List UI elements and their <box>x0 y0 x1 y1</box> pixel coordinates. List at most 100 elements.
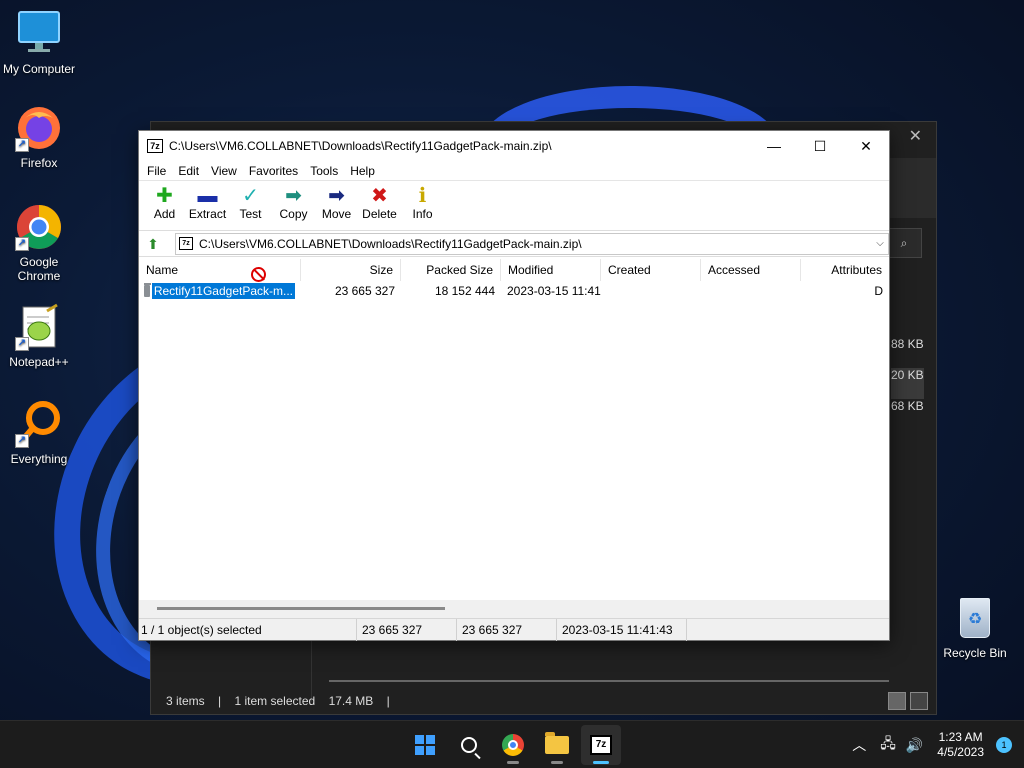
test-button[interactable]: ✓ Test <box>229 185 272 221</box>
7zip-file-manager-window[interactable]: 7z C:\Users\VM6.COLLABNET\Downloads\Rect… <box>138 130 890 641</box>
desktop-icon-firefox[interactable]: ↗ Firefox <box>0 104 78 170</box>
volume-icon[interactable]: 🔊 <box>906 737 923 754</box>
everything-search-icon: ↗ <box>15 400 63 448</box>
start-button[interactable] <box>405 725 445 765</box>
move-label: Move <box>321 207 352 221</box>
add-label: Add <box>153 207 176 221</box>
column-header-attributes[interactable]: Attributes <box>801 259 889 281</box>
file-name-cell[interactable]: Rectify11GadgetPack-m... <box>139 283 301 299</box>
minimize-button[interactable]: — <box>751 131 797 161</box>
taskbar-search-button[interactable] <box>449 725 489 765</box>
clock[interactable]: 1:23 AM 4/5/2023 <box>937 730 984 760</box>
notepad-plus-plus-icon: ↗ <box>15 303 63 351</box>
chevron-down-icon[interactable]: ⌵ <box>872 238 888 249</box>
desktop-icon-everything[interactable]: ↗ Everything <box>0 400 78 466</box>
test-icon: ✓ <box>242 185 259 207</box>
menu-file[interactable]: File <box>141 164 172 178</box>
delete-label: Delete <box>362 207 397 221</box>
move-button[interactable]: ➡ Move <box>315 185 358 221</box>
move-icon: ➡ <box>328 185 345 207</box>
network-icon[interactable]: 🖧 <box>880 733 896 757</box>
notification-badge[interactable]: 1 <box>996 737 1012 753</box>
path-combobox[interactable]: 7z C:\Users\VM6.COLLABNET\Downloads\Rect… <box>175 232 889 255</box>
file-attributes: D <box>874 284 883 298</box>
status-separator: | <box>386 694 390 708</box>
menu-view[interactable]: View <box>205 164 243 178</box>
folder-icon <box>545 732 569 754</box>
taskbar-7zip-button[interactable]: 7z <box>581 725 621 765</box>
7zip-icon: 7z <box>590 735 612 755</box>
title-bar[interactable]: 7z C:\Users\VM6.COLLABNET\Downloads\Rect… <box>139 131 889 161</box>
taskbar-apps: 7z <box>405 725 621 765</box>
desktop-icon-google-chrome[interactable]: ↗ Google Chrome <box>0 203 78 283</box>
explorer-selected-size: 17.4 MB <box>328 694 374 708</box>
explorer-file-size: 68 KB <box>891 399 924 413</box>
copy-icon: ➡ <box>285 185 302 207</box>
desktop-icon-notepad-plus-plus[interactable]: ↗ Notepad++ <box>0 303 78 369</box>
desktop-icon-label: Google Chrome <box>17 255 61 283</box>
menu-favorites[interactable]: Favorites <box>243 164 304 178</box>
info-label: Info <box>412 207 433 221</box>
column-header-accessed[interactable]: Accessed <box>701 259 801 281</box>
taskbar-file-explorer-button[interactable] <box>537 725 577 765</box>
chevron-up-icon[interactable]: ︿ <box>852 735 866 755</box>
desktop-icon-recycle-bin[interactable]: Recycle Bin <box>940 598 1010 660</box>
extract-icon: ▬ <box>197 185 218 207</box>
column-header-name[interactable]: Name <box>139 259 301 281</box>
explorer-close-button[interactable]: ✕ <box>909 126 922 146</box>
active-indicator <box>593 761 609 764</box>
shortcut-arrow-icon: ↗ <box>15 237 29 251</box>
clock-time: 1:23 AM <box>938 730 983 744</box>
menu-help[interactable]: Help <box>344 164 381 178</box>
recycle-bin-icon <box>960 598 990 638</box>
explorer-search-button[interactable]: ⌕ <box>886 228 922 258</box>
file-list[interactable]: Name Size Packed Size Modified Created A… <box>139 259 889 620</box>
system-tray: ︿ 🖧 🔊 1:23 AM 4/5/2023 1 <box>852 721 1024 768</box>
explorer-status-bar: 3 items | 1 item selected 17.4 MB | <box>166 694 400 708</box>
shortcut-arrow-icon: ↗ <box>15 337 29 351</box>
close-button[interactable]: ✕ <box>843 131 889 161</box>
shortcut-arrow-icon: ↗ <box>15 138 29 152</box>
horizontal-scrollbar[interactable] <box>139 600 889 618</box>
column-header-modified[interactable]: Modified <box>501 259 601 281</box>
tiles-view-icon[interactable] <box>910 692 928 710</box>
menu-bar: File Edit View Favorites Tools Help <box>139 161 889 181</box>
column-header-created[interactable]: Created <box>601 259 701 281</box>
explorer-view-toggle <box>888 692 928 710</box>
column-header-packed-size[interactable]: Packed Size <box>401 259 501 281</box>
details-view-icon[interactable] <box>888 692 906 710</box>
up-folder-button[interactable]: ⬆ <box>143 235 163 253</box>
path-input[interactable]: C:\Users\VM6.COLLABNET\Downloads\Rectify… <box>199 237 872 251</box>
desktop-icon-label: My Computer <box>2 62 76 76</box>
windows-logo-icon <box>415 735 435 755</box>
taskbar: 7z ︿ 🖧 🔊 1:23 AM 4/5/2023 1 <box>0 720 1024 768</box>
delete-button[interactable]: ✖ Delete <box>358 185 401 221</box>
clock-date: 4/5/2023 <box>937 745 984 759</box>
delete-icon: ✖ <box>371 185 388 207</box>
add-button[interactable]: ✚ Add <box>143 185 186 221</box>
copy-label: Copy <box>279 207 308 221</box>
extract-label: Extract <box>188 207 227 221</box>
copy-button[interactable]: ➡ Copy <box>272 185 315 221</box>
explorer-file-size: 20 KB <box>891 368 924 399</box>
table-row[interactable]: Rectify11GadgetPack-m... 23 665 327 18 1… <box>139 281 889 301</box>
column-header-size[interactable]: Size <box>301 259 401 281</box>
no-drop-cursor-icon <box>251 267 266 282</box>
file-size: 23 665 327 <box>334 284 395 298</box>
info-button[interactable]: ℹ Info <box>401 185 444 221</box>
scrollbar-thumb[interactable] <box>157 607 445 610</box>
monitor-icon <box>15 10 63 58</box>
7zip-app-icon: 7z <box>147 139 163 153</box>
status-bar: 1 / 1 object(s) selected 23 665 327 23 6… <box>139 618 889 641</box>
menu-edit[interactable]: Edit <box>172 164 205 178</box>
running-indicator <box>551 761 563 764</box>
desktop-icon-my-computer[interactable]: My Computer <box>0 10 78 76</box>
chrome-icon: ↗ <box>15 203 63 251</box>
extract-button[interactable]: ▬ Extract <box>186 185 229 221</box>
search-icon <box>461 737 477 753</box>
taskbar-chrome-button[interactable] <box>493 725 533 765</box>
maximize-button[interactable]: ☐ <box>797 131 843 161</box>
chrome-icon <box>502 734 524 756</box>
explorer-scrollbar[interactable] <box>329 680 889 682</box>
menu-tools[interactable]: Tools <box>304 164 344 178</box>
